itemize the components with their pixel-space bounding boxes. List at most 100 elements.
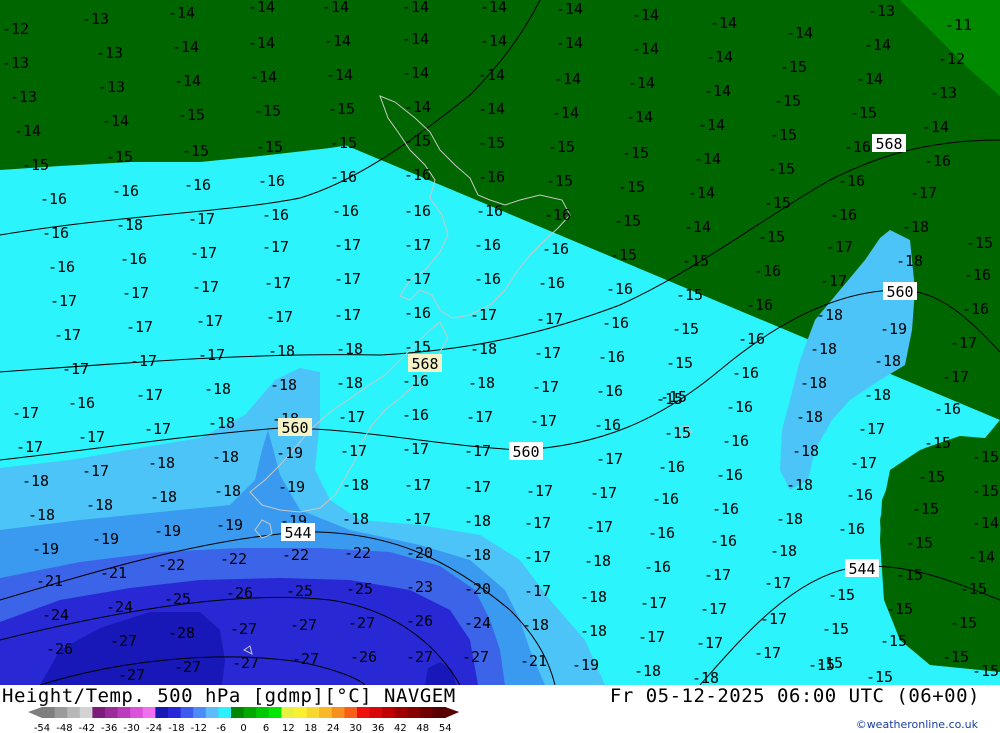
legend-tick-label: 24	[327, 723, 340, 733]
temp-label: -17	[188, 210, 215, 228]
temp-label: -14	[688, 184, 715, 202]
temp-label: -17	[196, 312, 223, 330]
temp-label: -27	[462, 648, 489, 666]
temp-label: -17	[404, 510, 431, 528]
temp-label: -14	[402, 30, 429, 48]
temp-label: -15	[896, 566, 923, 584]
temp-label: -17	[596, 450, 623, 468]
legend-swatch	[331, 707, 345, 718]
temp-label: -17	[198, 346, 225, 364]
legend-swatch	[193, 707, 207, 718]
legend-swatch	[42, 707, 56, 718]
temp-label: -17	[754, 644, 781, 662]
temp-label: -22	[220, 550, 247, 568]
temp-label: -18	[792, 442, 819, 460]
temp-label: -16	[542, 240, 569, 258]
temp-label: -18	[634, 662, 661, 680]
temp-label: -22	[344, 544, 371, 562]
temp-label: -17	[524, 548, 551, 566]
temp-label: -19	[276, 444, 303, 462]
temp-label: -18	[268, 342, 295, 360]
temp-label: -18	[214, 482, 241, 500]
temp-label: -16	[330, 168, 357, 186]
temp-label: -21	[520, 652, 547, 670]
temp-label: -17	[136, 386, 163, 404]
temp-label: -15	[182, 142, 209, 160]
temp-label: -16	[746, 296, 773, 314]
temp-label: -17	[760, 610, 787, 628]
legend-swatch	[67, 707, 81, 718]
temp-label: -14	[556, 0, 583, 18]
temp-label: -14	[174, 72, 201, 90]
height-label: 568	[408, 354, 442, 373]
temp-label: -17	[404, 270, 431, 288]
temp-label: -18	[796, 408, 823, 426]
temp-label: -14	[632, 40, 659, 58]
legend-swatch	[382, 707, 396, 718]
temp-label: -15	[330, 134, 357, 152]
temp-label: -16	[544, 206, 571, 224]
temp-label: -17	[850, 454, 877, 472]
temp-label: -14	[324, 32, 351, 50]
temp-label: -17	[334, 236, 361, 254]
temp-label: -17	[334, 270, 361, 288]
temp-label: -16	[478, 168, 505, 186]
legend-swatch	[407, 707, 421, 718]
height-label: 544	[845, 559, 879, 578]
legend-tick-label: 42	[394, 723, 407, 733]
temp-label: -17	[524, 582, 551, 600]
temp-label: -17	[266, 308, 293, 326]
temp-label: -15	[666, 354, 693, 372]
temp-label: -17	[126, 318, 153, 336]
temp-label: -17	[404, 476, 431, 494]
temp-label: -12	[938, 50, 965, 68]
temp-label: -15	[758, 228, 785, 246]
temp-label: -18	[464, 512, 491, 530]
temp-label: -15	[942, 648, 969, 666]
temp-label: -17	[950, 334, 977, 352]
temp-label: -17	[590, 484, 617, 502]
temp-label: -17	[338, 408, 365, 426]
temp-label: -19	[154, 522, 181, 540]
temp-label: -15	[256, 138, 283, 156]
temp-label: -18	[270, 376, 297, 394]
temp-label: -17	[470, 306, 497, 324]
temp-label: -16	[594, 416, 621, 434]
temp-label: -18	[584, 552, 611, 570]
temp-label: -18	[468, 374, 495, 392]
temp-label: -19	[880, 320, 907, 338]
temp-label: -14	[628, 74, 655, 92]
temp-label: -17	[190, 244, 217, 262]
temp-label: -14	[684, 218, 711, 236]
legend-swatch	[117, 707, 131, 718]
temp-label: -17	[524, 514, 551, 532]
temp-label: -17	[264, 274, 291, 292]
temp-label: -16	[658, 458, 685, 476]
temp-label: -23	[406, 578, 433, 596]
temp-label: -17	[700, 600, 727, 618]
legend-tick-label: -54	[34, 723, 50, 733]
temp-label: -14	[480, 0, 507, 16]
temp-label: -15	[546, 172, 573, 190]
legend-swatch	[344, 707, 358, 718]
temp-label: -16	[332, 202, 359, 220]
temp-label: -16	[844, 138, 871, 156]
temp-label: -25	[164, 590, 191, 608]
temp-label: -16	[606, 280, 633, 298]
temp-label: -15	[22, 156, 49, 174]
temp-label: -27	[292, 650, 319, 668]
temp-label: -14	[704, 82, 731, 100]
temp-label: -24	[464, 614, 491, 632]
temp-label: -18	[342, 510, 369, 528]
chart-title: Height/Temp. 500 hPa [gdmp][°C] NAVGEM	[2, 685, 456, 707]
height-label-text: 568	[875, 135, 902, 153]
temp-label: -16	[404, 202, 431, 220]
legend-tick-label: 12	[282, 723, 295, 733]
legend-tick-label: -30	[123, 723, 139, 733]
temp-label: -18	[204, 380, 231, 398]
weather-map: -12 -13 -14 -14 -14 -14 -14 -14 -14 -14 -13 -11 -13 -…	[0, 0, 1000, 685]
temp-label: -14	[248, 34, 275, 52]
credit-link[interactable]: ©weatheronline.co.uk	[856, 718, 978, 731]
legend-tick-label: -18	[168, 723, 184, 733]
temp-label: -17	[820, 272, 847, 290]
